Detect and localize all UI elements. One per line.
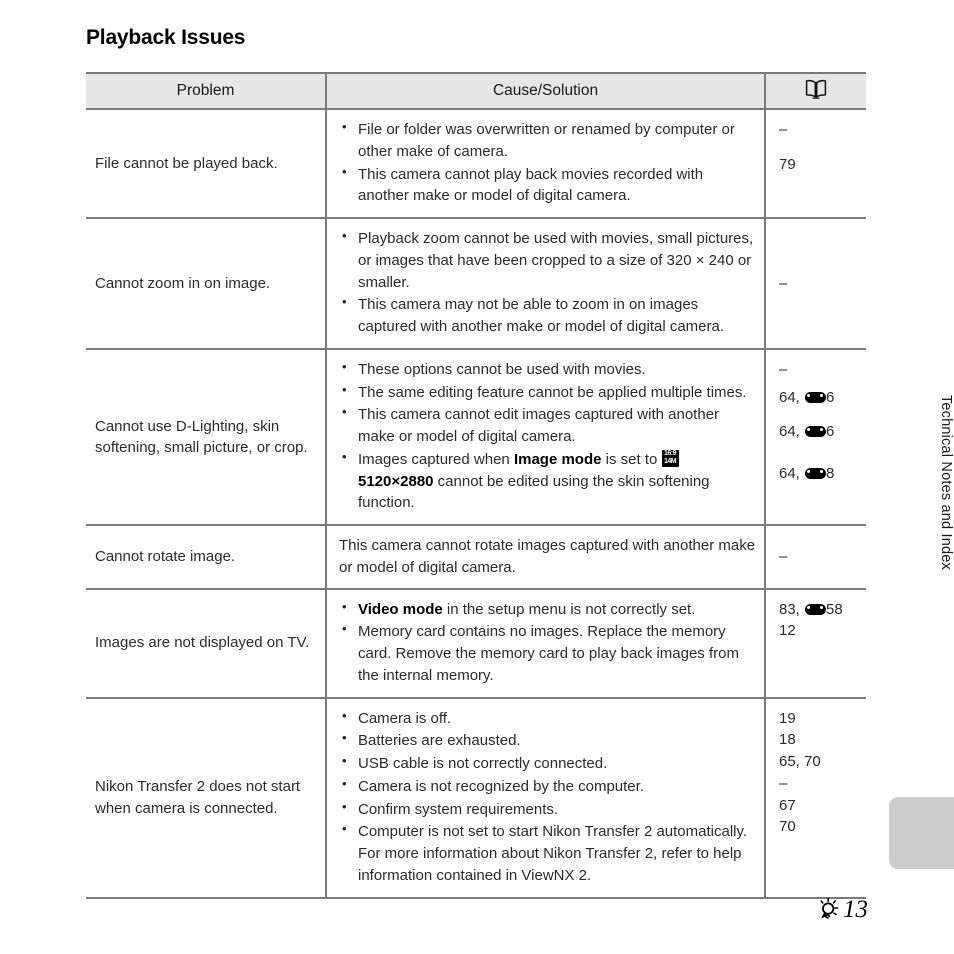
reference-value: – [779,360,788,378]
video-mode-term: Video mode [358,600,443,618]
cell-cause-solution: Video mode in the setup menu is not corr… [326,587,766,699]
list-item: Memory card contains no images. Replace … [339,620,756,686]
reference-value: 64, 6 [779,421,860,443]
cell-reference: – 64, 6 64, 6 64, 8 [765,347,866,527]
document-page: Playback Issues Problem Cause/Solution F… [0,0,954,954]
list-item-video-mode: Video mode in the setup menu is not corr… [339,598,756,621]
list-item: Camera is not recognized by the computer… [339,775,756,798]
cause-list: Playback zoom cannot be used with movies… [339,227,756,338]
nikon-e-reference-icon [805,426,827,438]
cell-problem: Images are not displayed on TV. [86,587,327,699]
cell-cause-solution: File or folder was overwritten or rename… [326,108,766,219]
cause-list: File or folder was overwritten or rename… [339,118,756,208]
cause-list: Video mode in the setup menu is not corr… [339,598,756,687]
cause-list: Camera is off. Batteries are exhausted. … [339,707,756,887]
chapter-thumb-tab [889,797,954,869]
list-item: Camera is off. [339,707,756,730]
ref-suffix: 58 [826,600,843,618]
cause-text: This camera cannot rotate images capture… [339,537,756,576]
list-item: This camera cannot play back movies reco… [339,163,756,208]
list-item: These options cannot be used with movies… [339,358,756,381]
reference-value: 12 [779,622,796,640]
open-book-icon [802,79,830,99]
list-item: This camera may not be able to zoom in o… [339,293,756,338]
text-fragment: in the setup menu is not correctly set. [442,600,696,618]
icon-line-1: 16:9 [663,449,677,457]
nikon-e-reference-icon [805,603,827,615]
reference-value: 79 [779,155,796,173]
table-row: Cannot zoom in on image. Playback zoom c… [86,217,866,350]
text-fragment: Images captured when [358,450,514,468]
cell-cause-solution: Camera is off. Batteries are exhausted. … [326,696,766,899]
cell-reference: 19 18 65, 70 – 67 70 [765,696,866,899]
cell-reference: – [765,217,866,350]
reference-value: – [779,547,788,565]
image-mode-term: Image mode [513,450,602,468]
reference-value: 64, 8 [779,463,860,485]
reference-value: – [779,774,788,792]
table-row: Cannot rotate image. This camera cannot … [86,524,866,590]
reference-value: – [779,121,788,138]
cell-problem: Nikon Transfer 2 does not start when cam… [86,696,327,899]
list-item: Confirm system requirements. [339,798,756,821]
chapter-side-label: Technical Notes and Index [938,394,954,570]
cell-reference: – 79 [765,108,866,219]
reference-value: 70 [779,818,796,836]
cell-cause-solution: These options cannot be used with movies… [326,347,766,527]
column-header-reference [765,72,866,110]
page-title: Playback Issues [86,26,246,49]
playback-issues-table: Problem Cause/Solution File cannot be pl… [86,72,866,899]
ref-prefix: 64, [779,423,805,441]
column-header-problem: Problem [86,72,327,110]
list-item-image-mode: Images captured when Image mode is set t… [339,448,756,514]
ref-suffix: 8 [826,465,835,482]
cell-reference: – [765,524,866,590]
list-item: File or folder was overwritten or rename… [339,118,756,163]
ref-suffix: 6 [826,388,835,406]
cause-list: These options cannot be used with movies… [339,358,756,514]
cell-problem: Cannot zoom in on image. [86,217,327,350]
reference-value: – [779,274,788,292]
table-row: Cannot use D-Lighting, skin softening, s… [86,347,866,527]
list-item: USB cable is not correctly connected. [339,752,756,775]
cell-cause-solution: Playback zoom cannot be used with movies… [326,217,766,350]
reference-value: 64, 6 [779,387,860,409]
ref-prefix: 64, [779,465,805,482]
ref-prefix: 64, [779,388,805,406]
reference-value: 19 [779,709,796,727]
table-header-row: Problem Cause/Solution [86,72,866,110]
icon-line-2: 14M [663,457,677,465]
cell-problem: File cannot be played back. [86,108,327,219]
reference-value: 65, 70 [779,753,821,770]
reference-value: 67 [779,796,796,814]
cell-reference: 83, 58 12 [765,587,866,699]
ref-prefix: 83, [779,600,805,618]
table-row: Images are not displayed on TV. Video mo… [86,587,866,699]
column-header-cause-solution: Cause/Solution [326,72,766,110]
cell-problem: Cannot rotate image. [86,524,327,590]
list-item: The same editing feature cannot be appli… [339,381,756,404]
image-size-term: 5120×2880 [358,472,434,490]
image-mode-16-9-14m-icon: 16:9 14M [661,449,679,467]
table-row: File cannot be played back. File or fold… [86,108,866,219]
text-fragment: is set to [601,450,662,468]
page-number: 13 [843,896,868,923]
nikon-e-reference-icon [805,391,827,403]
cell-cause-solution: This camera cannot rotate images capture… [326,524,766,590]
table-row: Nikon Transfer 2 does not start when cam… [86,696,866,899]
reference-value: 83, 58 [779,599,860,621]
cell-problem: Cannot use D-Lighting, skin softening, s… [86,347,327,527]
list-item: Computer is not set to start Nikon Trans… [339,820,756,886]
reference-value: 18 [779,731,796,749]
lightbulb-icon [815,897,841,923]
page-footer: 13 [815,896,868,924]
nikon-e-reference-icon [805,468,827,479]
list-item: This camera cannot edit images captured … [339,403,756,448]
list-item: Playback zoom cannot be used with movies… [339,227,756,293]
ref-suffix: 6 [826,423,835,441]
list-item: Batteries are exhausted. [339,729,756,752]
